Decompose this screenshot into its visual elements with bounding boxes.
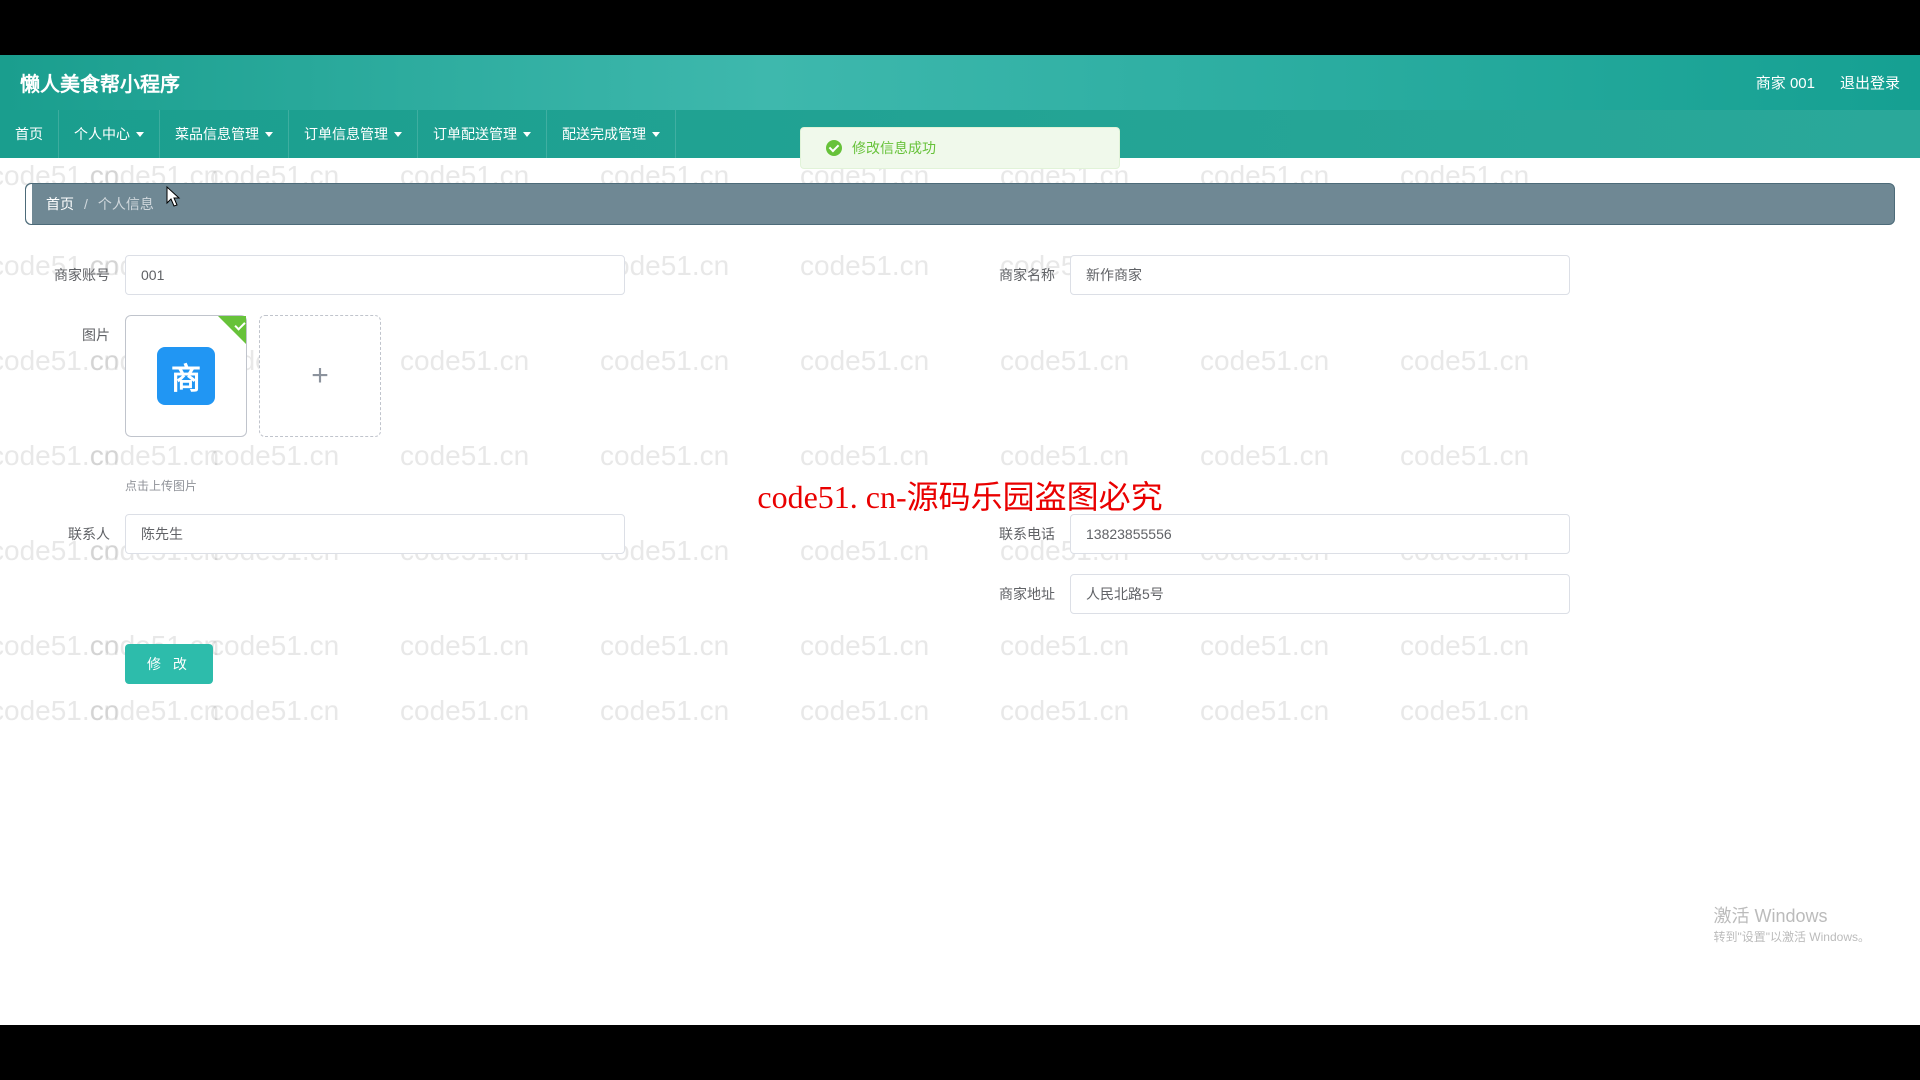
form-area: 商家账号 商家名称 图片 商 [25,225,1895,714]
add-image-button[interactable]: + [259,315,381,437]
nav-label: 订单信息管理 [304,124,388,144]
success-toast: 修改信息成功 [800,127,1120,169]
image-label: 图片 [35,315,125,345]
nav-label: 个人中心 [74,124,130,144]
breadcrumb: 首页 / 个人信息 [25,183,1895,225]
wa-line1: 激活 Windows [1713,902,1870,928]
success-corner-icon [218,316,246,344]
merchant-icon: 商 [157,347,215,405]
wa-line2: 转到"设置"以激活 Windows。 [1713,928,1870,945]
nav-home[interactable]: 首页 [0,110,59,158]
windows-activation-notice: 激活 Windows 转到"设置"以激活 Windows。 [1713,902,1870,945]
nav-dish-manage[interactable]: 菜品信息管理 [160,110,289,158]
address-input[interactable] [1070,574,1570,614]
nav-label: 配送完成管理 [562,124,646,144]
header-bar: 懒人美食帮小程序 商家 001 退出登录 [0,55,1920,110]
chevron-down-icon [523,132,531,137]
account-label: 商家账号 [35,255,125,285]
chevron-down-icon [652,132,660,137]
submit-button[interactable]: 修 改 [125,644,213,684]
nav-personal-center[interactable]: 个人中心 [59,110,160,158]
phone-label: 联系电话 [980,514,1070,544]
user-label[interactable]: 商家 001 [1756,72,1815,93]
nav-order-delivery-manage[interactable]: 订单配送管理 [418,110,547,158]
phone-input[interactable] [1070,514,1570,554]
chevron-down-icon [136,132,144,137]
contact-input[interactable] [125,514,625,554]
nav-order-info-manage[interactable]: 订单信息管理 [289,110,418,158]
app-title: 懒人美食帮小程序 [20,68,180,97]
uploaded-image-card[interactable]: 商 [125,315,247,437]
account-input[interactable] [125,255,625,295]
address-label: 商家地址 [980,574,1070,604]
chevron-down-icon [394,132,402,137]
contact-label: 联系人 [35,514,125,544]
toast-message: 修改信息成功 [852,138,936,158]
nav-label: 订单配送管理 [433,124,517,144]
name-input[interactable] [1070,255,1570,295]
name-label: 商家名称 [980,255,1070,285]
nav-delivery-done-manage[interactable]: 配送完成管理 [547,110,676,158]
plus-icon: + [311,359,329,393]
logout-link[interactable]: 退出登录 [1840,72,1900,93]
nav-label: 菜品信息管理 [175,124,259,144]
chevron-down-icon [265,132,273,137]
nav-label: 首页 [15,124,43,144]
breadcrumb-home[interactable]: 首页 [46,194,74,214]
breadcrumb-sep: / [84,196,88,212]
success-check-icon [826,140,842,156]
center-watermark: code51. cn-源码乐园盗图必究 [757,472,1162,518]
breadcrumb-current: 个人信息 [98,194,154,214]
